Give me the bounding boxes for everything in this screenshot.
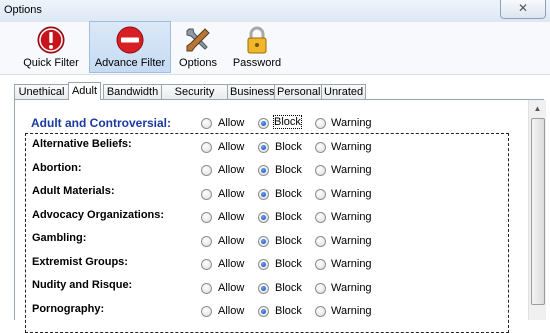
- no-entry-icon: [116, 26, 144, 54]
- block-label[interactable]: Block: [275, 164, 302, 176]
- window-title: Options: [4, 4, 42, 16]
- allow-radio[interactable]: [201, 189, 212, 200]
- close-icon: ✕: [517, 1, 529, 15]
- block-radio[interactable]: [258, 283, 269, 294]
- warning-label[interactable]: Warning: [331, 211, 372, 223]
- warning-label[interactable]: Warning: [331, 188, 372, 200]
- options-button[interactable]: Options: [174, 22, 222, 72]
- warning-radio[interactable]: [315, 189, 326, 200]
- quick-filter-label: Quick Filter: [23, 57, 79, 69]
- tab-personal[interactable]: Personal: [274, 84, 322, 99]
- group-warning-label[interactable]: Warning: [331, 117, 372, 129]
- allow-radio[interactable]: [201, 283, 212, 294]
- allow-label[interactable]: Allow: [218, 282, 244, 294]
- group-label: Adult and Controversial:: [31, 116, 172, 130]
- toolbar: Quick Filter Advance Filter Options Pass…: [0, 21, 550, 75]
- allow-radio[interactable]: [201, 306, 212, 317]
- block-radio[interactable]: [258, 142, 269, 153]
- allow-label[interactable]: Allow: [218, 235, 244, 247]
- group-allow-radio[interactable]: [201, 118, 212, 129]
- allow-radio[interactable]: [201, 165, 212, 176]
- allow-label[interactable]: Allow: [218, 305, 244, 317]
- close-button[interactable]: ✕: [500, 0, 546, 19]
- category-label: Nudity and Risque:: [32, 279, 133, 291]
- quick-filter-button[interactable]: Quick Filter: [18, 22, 84, 72]
- category-label: Gambling:: [32, 232, 87, 244]
- category-label: Advocacy Organizations:: [32, 209, 165, 221]
- allow-radio[interactable]: [201, 142, 212, 153]
- block-label[interactable]: Block: [275, 141, 302, 153]
- group-block-label[interactable]: Block: [273, 115, 302, 129]
- block-label[interactable]: Block: [275, 258, 302, 270]
- advance-filter-button[interactable]: Advance Filter: [89, 21, 171, 73]
- block-label[interactable]: Block: [275, 305, 302, 317]
- allow-label[interactable]: Allow: [218, 258, 244, 270]
- block-label[interactable]: Block: [275, 235, 302, 247]
- block-radio[interactable]: [258, 236, 269, 247]
- allow-radio[interactable]: [201, 236, 212, 247]
- warning-radio[interactable]: [315, 165, 326, 176]
- tab-unrated[interactable]: Unrated: [321, 84, 366, 99]
- password-button[interactable]: Password: [230, 22, 284, 72]
- category-label: Extremist Groups:: [32, 256, 128, 268]
- block-radio[interactable]: [258, 189, 269, 200]
- block-label[interactable]: Block: [275, 188, 302, 200]
- options-label: Options: [179, 57, 217, 69]
- warning-label[interactable]: Warning: [331, 282, 372, 294]
- warning-radio[interactable]: [315, 306, 326, 317]
- block-label[interactable]: Block: [275, 211, 302, 223]
- stop-icon: [37, 26, 65, 54]
- allow-label[interactable]: Allow: [218, 164, 244, 176]
- tab-security-risk[interactable]: Security Risk: [161, 84, 228, 113]
- padlock-icon: [247, 26, 267, 54]
- block-label[interactable]: Block: [275, 282, 302, 294]
- category-label: Adult Materials:: [32, 185, 115, 197]
- warning-label[interactable]: Warning: [331, 235, 372, 247]
- tab-unethical[interactable]: Unethical: [14, 84, 69, 99]
- group-block-radio[interactable]: [258, 118, 269, 129]
- category-tabs: Unethical Adult Bandwidth Security Risk …: [14, 82, 514, 113]
- scroll-thumb[interactable]: [531, 118, 545, 305]
- category-label: Alternative Beliefs:: [32, 138, 132, 150]
- category-label: Pornography:: [32, 303, 105, 315]
- warning-radio[interactable]: [315, 259, 326, 270]
- scroll-up-icon[interactable]: ▲: [529, 100, 546, 117]
- warning-radio[interactable]: [315, 142, 326, 153]
- warning-radio[interactable]: [315, 236, 326, 247]
- warning-label[interactable]: Warning: [331, 258, 372, 270]
- title-bar: Options ✕: [0, 0, 550, 23]
- advance-filter-label: Advance Filter: [94, 57, 166, 69]
- password-label: Password: [232, 57, 282, 69]
- warning-label[interactable]: Warning: [331, 141, 372, 153]
- allow-label[interactable]: Allow: [218, 188, 244, 200]
- category-label: Abortion:: [32, 162, 82, 174]
- block-radio[interactable]: [258, 306, 269, 317]
- allow-label[interactable]: Allow: [218, 141, 244, 153]
- tab-business[interactable]: Business: [227, 84, 275, 99]
- group-warning-radio[interactable]: [315, 118, 326, 129]
- warning-radio[interactable]: [315, 212, 326, 223]
- block-radio[interactable]: [258, 165, 269, 176]
- block-radio[interactable]: [258, 212, 269, 223]
- tab-adult[interactable]: Adult: [68, 82, 101, 100]
- allow-label[interactable]: Allow: [218, 211, 244, 223]
- tools-icon: [186, 28, 210, 52]
- block-radio[interactable]: [258, 259, 269, 270]
- group-allow-label[interactable]: Allow: [218, 117, 244, 129]
- tab-bandwidth[interactable]: Bandwidth: [103, 84, 162, 99]
- vertical-scrollbar[interactable]: ▲: [528, 100, 546, 320]
- warning-label[interactable]: Warning: [331, 164, 372, 176]
- allow-radio[interactable]: [201, 212, 212, 223]
- warning-radio[interactable]: [315, 283, 326, 294]
- allow-radio[interactable]: [201, 259, 212, 270]
- warning-label[interactable]: Warning: [331, 305, 372, 317]
